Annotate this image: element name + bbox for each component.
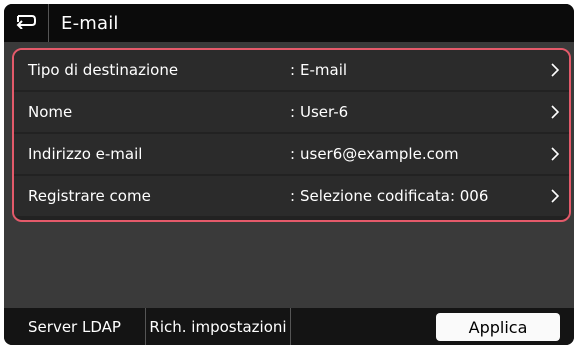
apply-button[interactable]: Applica [436, 313, 560, 341]
device-screen: E-mail Tipo di destinazione : E-mail Nom… [4, 4, 574, 345]
row-label: Indirizzo e-mail [28, 145, 143, 163]
row-value: E-mail [300, 61, 348, 79]
detailed-settings-button[interactable]: Rich. impostazioni [146, 308, 291, 345]
header-bar: E-mail [4, 4, 574, 42]
row-register-as[interactable]: Registrare come : Selezione codificata: … [14, 176, 569, 216]
page-title: E-mail [61, 12, 119, 34]
chevron-right-icon [551, 147, 560, 165]
row-separator: : [290, 145, 296, 163]
row-label: Registrare come [28, 187, 151, 205]
back-button[interactable] [4, 4, 49, 42]
row-value: user6@example.com [300, 145, 459, 163]
bottom-toolbar: Server LDAP Rich. impostazioni Applica [4, 308, 574, 345]
row-email-address[interactable]: Indirizzo e-mail : user6@example.com [14, 134, 569, 174]
ldap-server-button[interactable]: Server LDAP [4, 308, 146, 345]
row-name[interactable]: Nome : User-6 [14, 92, 569, 132]
row-label: Tipo di destinazione [28, 61, 179, 79]
row-value: Selezione codificata: 006 [300, 187, 489, 205]
row-separator: : [290, 187, 296, 205]
chevron-right-icon [551, 63, 560, 81]
row-separator: : [290, 103, 296, 121]
back-arrow-icon [15, 13, 37, 33]
row-value: User-6 [300, 103, 349, 121]
row-label: Nome [28, 103, 73, 121]
destination-details-list: Tipo di destinazione : E-mail Nome : Use… [12, 48, 571, 222]
chevron-right-icon [551, 189, 560, 207]
row-destination-type[interactable]: Tipo di destinazione : E-mail [14, 50, 569, 90]
chevron-right-icon [551, 105, 560, 123]
row-separator: : [290, 61, 296, 79]
